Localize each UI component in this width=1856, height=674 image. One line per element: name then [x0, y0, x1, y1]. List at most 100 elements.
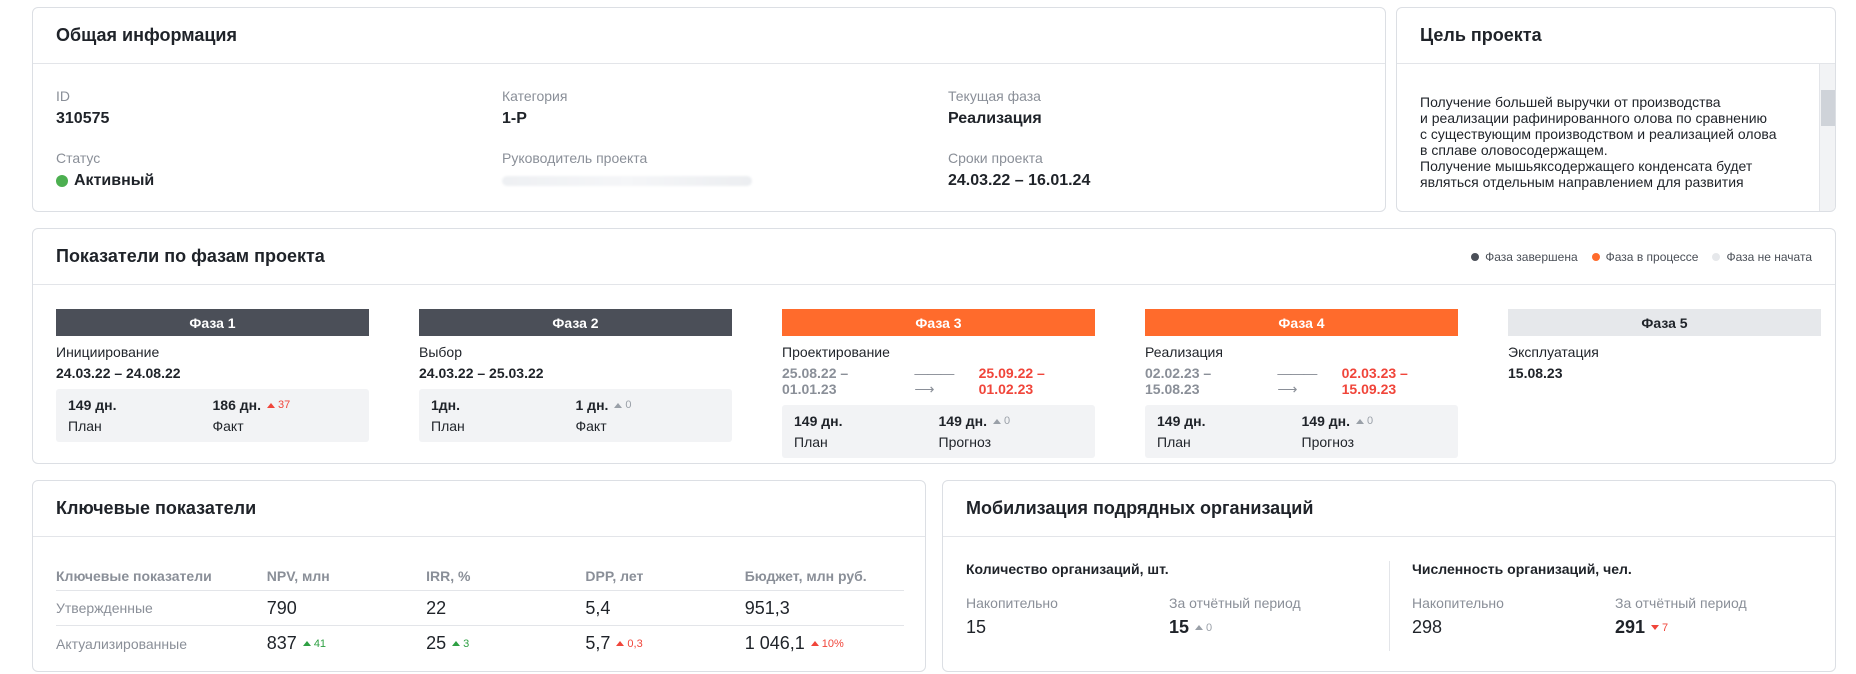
stat-forecast-value: 149 дн.	[938, 413, 987, 429]
phase-1-bar: Фаза 1	[56, 309, 369, 336]
kpi-cell: 837 41	[267, 633, 426, 654]
delta-value: 0,3	[627, 637, 643, 650]
stat-plan-label: План	[68, 418, 102, 434]
stat-fact-delta: 0	[614, 397, 632, 413]
phases-title: Показатели по фазам проекта	[56, 246, 325, 266]
legend-item-completed: Фаза завершена	[1471, 250, 1578, 264]
phases-legend: Фаза завершена Фаза в процессе Фаза не н…	[1471, 250, 1812, 264]
arrow-up-icon	[1195, 625, 1204, 630]
stat-forecast-label: Прогноз	[1301, 434, 1355, 450]
phase-5-name: Эксплуатация	[1508, 344, 1599, 360]
mob-delta: 0	[1195, 622, 1212, 634]
mob-value: 15	[966, 617, 987, 637]
kpi-col-header: NPV, млн	[266, 567, 330, 584]
goal-scrollbar[interactable]	[1819, 64, 1835, 211]
kpi-title: Ключевые показатели	[56, 498, 257, 518]
kpi-value: 837	[266, 633, 297, 653]
mob-value-row: 15 0	[1169, 617, 1369, 638]
arrow-down-icon	[1651, 625, 1660, 630]
phase-4[interactable]: Фаза 4 Реализация 02.02.23 – 15.08.23 ——…	[1145, 309, 1458, 458]
status-text: Активный	[74, 172, 155, 189]
kpi-card: Ключевые показатели Ключевые показатели …	[32, 480, 926, 672]
phase-4-stats: 149 дн. План 149 дн. 0 Прогноз	[1145, 405, 1458, 458]
phase-1-stats: 149 дн. План 186 дн. 37 Факт	[56, 389, 369, 442]
stat-plan-label: План	[794, 434, 828, 450]
field-status: Статус Активный	[56, 150, 476, 190]
phase-3-name: Проектирование	[782, 344, 890, 360]
legend-item-in-progress: Фаза в процессе	[1591, 250, 1699, 264]
legend-dot-completed-icon	[1471, 253, 1480, 261]
stat-forecast: 149 дн. 0 Прогноз	[1302, 413, 1447, 450]
delta-value: 10%	[821, 637, 844, 650]
kpi-delta: 10%	[810, 637, 844, 650]
delta-value: 0	[1206, 621, 1213, 634]
delta-value: 3	[463, 637, 470, 650]
arrow-right-icon: ———⟶	[1277, 365, 1317, 397]
status-active-icon	[56, 175, 68, 187]
stat-plan-value: 149 дн.	[68, 397, 117, 413]
phase-2-stats: 1дн. План 1 дн. 0 Факт	[419, 389, 732, 442]
general-info-card: Общая информация ID 310575 Категория 1-Р…	[32, 7, 1386, 212]
mob-count-period: За отчётный период 15 0	[1169, 595, 1369, 638]
stat-plan: 1дн. План	[431, 397, 576, 434]
stat-plan-value: 1дн.	[431, 397, 461, 413]
stat-plan-label: План	[431, 418, 465, 434]
stat-forecast-delta: 0	[1355, 413, 1373, 429]
phase-5[interactable]: Фаза 5 Эксплуатация 15.08.23	[1508, 309, 1821, 381]
arrow-up-icon	[614, 402, 623, 408]
phase-4-bar: Фаза 4	[1145, 309, 1458, 336]
mobilization-title: Мобилизация подрядных организаций	[966, 498, 1314, 518]
phase-5-dates: 15.08.23	[1508, 365, 1563, 381]
arrow-right-icon: ———⟶	[914, 365, 954, 397]
kpi-row-label: Актуализированные	[56, 635, 187, 652]
phase-4-dates-plan: 02.02.23 – 15.08.23	[1145, 365, 1212, 397]
phase-3-dates-fact: 25.09.22 – 01.02.23	[978, 365, 1045, 397]
stat-plan: 149 дн. План	[1157, 413, 1302, 450]
legend-label: Фаза не начата	[1726, 250, 1812, 264]
arrow-up-icon	[1355, 418, 1364, 424]
field-terms: Сроки проекта 24.03.22 – 16.01.24	[948, 150, 1368, 190]
kpi-delta: 3	[452, 638, 469, 650]
field-status-value: Активный	[56, 172, 476, 190]
project-goal-header: Цель проекта	[1397, 8, 1835, 64]
mob-label: За отчётный период	[1169, 595, 1301, 611]
goal-scrollbar-thumb[interactable]	[1821, 90, 1835, 126]
mob-delta: 7	[1651, 622, 1668, 634]
phase-3[interactable]: Фаза 3 Проектирование 25.08.22 – 01.01.2…	[782, 309, 1095, 458]
phase-3-stats: 149 дн. План 149 дн. 0 Прогноз	[782, 405, 1095, 458]
kpi-col-header: Бюджет, млн руб.	[744, 567, 867, 584]
delta-value: 0	[1003, 415, 1011, 427]
kpi-delta: 41	[302, 638, 326, 650]
phase-2[interactable]: Фаза 2 Выбор 24.03.22 – 25.03.22 1дн. Пл…	[419, 309, 732, 442]
field-manager: Руководитель проекта	[502, 150, 922, 186]
kpi-col-header: Ключевые показатели	[56, 567, 212, 584]
kpi-value: 5,7	[585, 633, 611, 653]
field-phase-label: Текущая фаза	[948, 88, 1041, 104]
phase-5-bar: Фаза 5	[1508, 309, 1821, 336]
arrow-up-icon	[992, 418, 1001, 424]
phases-card: Показатели по фазам проекта Фаза заверше…	[32, 228, 1836, 464]
arrow-up-icon	[810, 641, 819, 646]
delta-value: 7	[1662, 621, 1669, 634]
mob-value: 15	[1169, 617, 1190, 637]
mob-headcount-cumulative: Накопительно 298	[1412, 595, 1612, 638]
stat-fact-value: 186 дн.	[212, 397, 261, 413]
stat-fact-value: 1 дн.	[575, 397, 609, 413]
stat-plan-value: 149 дн.	[794, 413, 843, 429]
phase-4-name: Реализация	[1145, 344, 1223, 360]
kpi-col-header: IRR, %	[426, 567, 471, 584]
table-row: Утвержденные 790 22 5,4 951,3	[56, 591, 904, 626]
manager-name-redacted	[502, 176, 752, 186]
arrow-up-icon	[302, 641, 311, 646]
phase-3-dates: 25.08.22 – 01.01.23 ———⟶ 25.09.22 – 01.0…	[782, 365, 1095, 397]
project-goal-text[interactable]: Получение большей выручки от производств…	[1420, 94, 1800, 191]
arrow-up-icon	[452, 641, 461, 646]
kpi-delta: 0,3	[616, 637, 643, 650]
mob-value-row: 291 7	[1615, 617, 1815, 638]
mobilization-card: Мобилизация подрядных организаций Количе…	[942, 480, 1836, 672]
legend-label: Фаза в процессе	[1605, 250, 1699, 264]
table-row: Актуализированные 837 41 25 3 5,7 0,3 1 …	[56, 626, 904, 661]
stat-plan-value: 149 дн.	[1157, 413, 1206, 429]
legend-dot-in-progress-icon	[1591, 253, 1600, 261]
phase-1[interactable]: Фаза 1 Инициирование 24.03.22 – 24.08.22…	[56, 309, 369, 442]
